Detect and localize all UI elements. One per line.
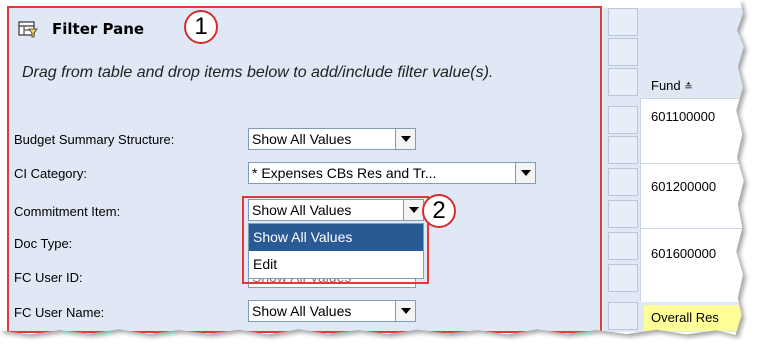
row-header-cell[interactable] [608,232,638,260]
fund-column-header[interactable]: Fund ≛ [651,78,693,93]
fund-cell[interactable]: 601600000 [651,246,716,261]
highlight-box-dropdown [242,196,429,284]
screenshot-frame: Filter Pane Drag from table and drop ite… [0,0,760,348]
row-divider [640,163,744,164]
torn-page: Filter Pane Drag from table and drop ite… [0,0,744,335]
row-header-cell[interactable] [608,106,638,134]
callout-number-1: 1 [184,10,218,44]
row-header-cell[interactable] [608,38,638,66]
row-header-cell[interactable] [608,264,638,292]
row-header-cell[interactable] [608,68,638,96]
row-header-cell[interactable] [608,136,638,164]
row-divider [640,228,744,229]
fund-cell[interactable]: 601100000 [651,109,715,124]
row-divider [640,98,744,99]
fund-cell[interactable]: 601200000 [651,179,716,194]
sort-icon[interactable]: ≛ [684,82,692,93]
fund-header-label: Fund [651,78,681,93]
callout-number-2: 2 [422,194,456,228]
row-header-cell[interactable] [608,168,638,196]
row-header-cell[interactable] [608,302,638,330]
row-header-cell[interactable] [608,8,638,36]
overall-result-cell[interactable]: Overall Res [644,305,744,331]
fund-column [640,98,744,302]
row-header-cell[interactable] [608,200,638,228]
